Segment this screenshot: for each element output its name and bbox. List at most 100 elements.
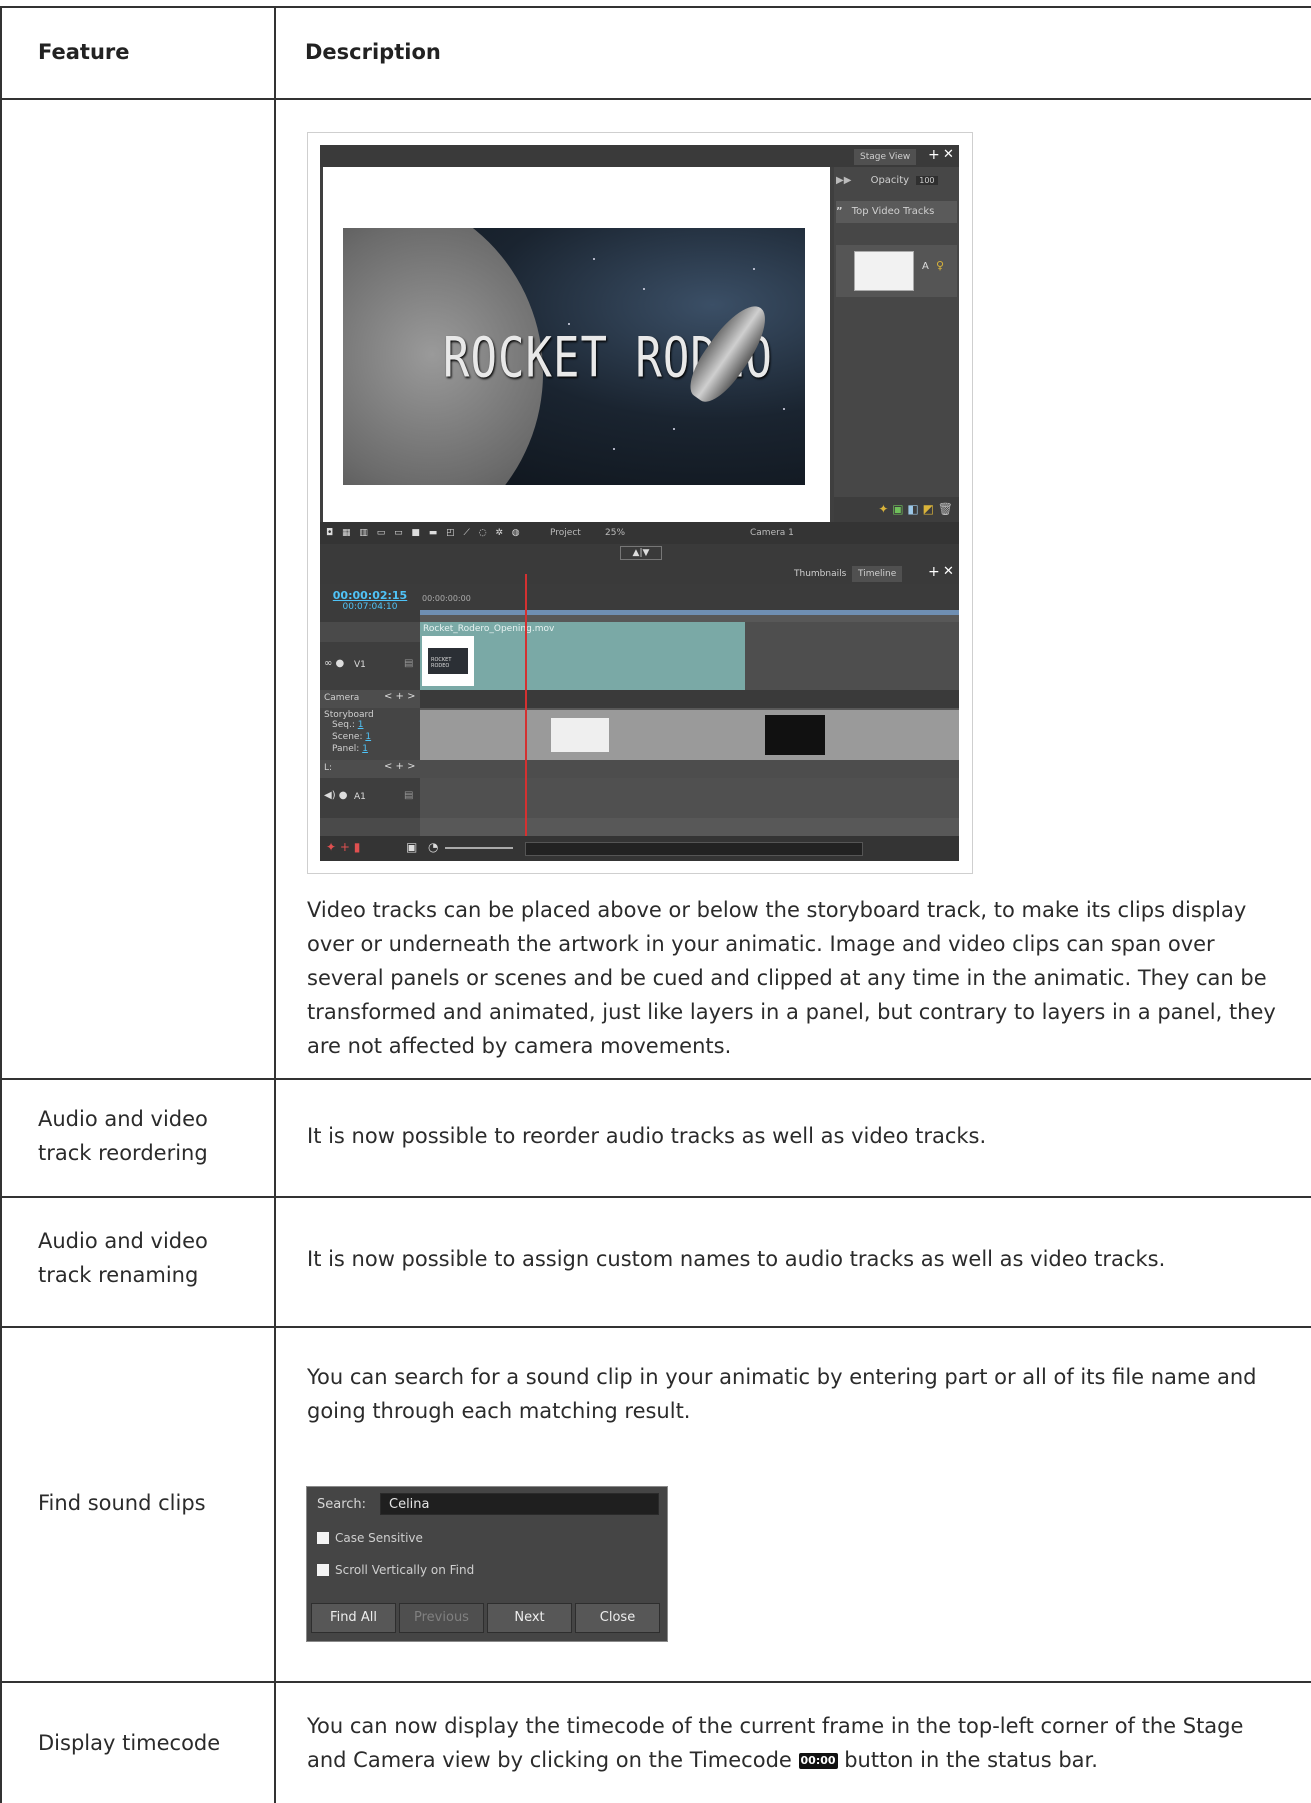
find-all-button[interactable]: Find All <box>311 1603 396 1633</box>
scene-value[interactable]: 1 <box>365 732 371 742</box>
video-track-icon[interactable]: ∞ ● <box>324 658 344 669</box>
previous-button[interactable]: Previous <box>399 1603 484 1633</box>
zoom-icon[interactable]: ◔ <box>428 840 438 854</box>
time-ruler[interactable]: 00:00:00:00 <box>420 584 959 615</box>
timecode-description-end: button in the status bar. <box>844 1748 1098 1772</box>
camera-track[interactable] <box>420 690 959 708</box>
row-divider <box>0 1078 1311 1080</box>
timecode-description-start: You can now display the timecode of the … <box>307 1714 1244 1772</box>
star <box>568 323 570 325</box>
add-track-icon[interactable]: ✦ + ▮ <box>326 840 360 854</box>
timeline-tabbar: Thumbnails Timeline + ✕ <box>320 562 959 584</box>
panel-value[interactable]: 1 <box>362 744 368 754</box>
ruler-start-time: 00:00:00:00 <box>422 594 471 603</box>
row-feature: Audio and video track reordering <box>38 1107 208 1165</box>
star <box>753 268 755 270</box>
splitter-toggle[interactable]: ▲|▼ <box>620 546 662 560</box>
merge-layer-icon[interactable]: ◩ <box>923 502 934 516</box>
panel-label: Panel: <box>332 744 360 754</box>
video-clip[interactable]: Rocket_Rodero_Opening.mov ROCKET RODEO <box>420 622 745 690</box>
feature-table: Feature Description Stage View + ✕ ROCKE… <box>0 0 1311 1803</box>
scroll-vertically-label: Scroll Vertically on Find <box>335 1563 475 1577</box>
lock-icon[interactable]: ▤ <box>404 658 413 669</box>
chevron-up-icon: ▲ <box>632 548 640 558</box>
row-description: It is now possible to reorder audio trac… <box>307 1124 987 1148</box>
export-icon[interactable]: ▣ <box>406 840 417 854</box>
column-divider <box>274 6 276 1803</box>
clip-thumbnail-image: ROCKET RODEO <box>428 648 468 674</box>
track-v1-label: V1 <box>354 660 366 670</box>
speaker-icon[interactable]: ◀) ● <box>324 790 348 801</box>
status-camera[interactable]: Camera 1 <box>750 522 794 544</box>
camera-track-controls[interactable]: < + > <box>384 691 416 702</box>
storyboard-track[interactable] <box>420 710 959 760</box>
star <box>643 288 645 290</box>
scroll-vertically-option[interactable]: Scroll Vertically on Find <box>317 1563 474 1577</box>
scroll-vertically-checkbox[interactable] <box>317 1564 329 1576</box>
video-track-header[interactable]: ∞ ● V1 ▤ <box>320 642 420 690</box>
table-left-border <box>0 6 2 1803</box>
layer-track-header[interactable]: L: < + > <box>320 760 420 778</box>
tab-timeline[interactable]: Timeline <box>852 566 903 582</box>
view-splitter[interactable]: ▲|▼ <box>320 544 959 562</box>
row-description: Video tracks can be placed above or belo… <box>307 898 1276 1058</box>
audio-track-header[interactable]: ◀) ● A1 ▤ <box>320 778 420 818</box>
opacity-value[interactable]: 100 <box>916 176 938 185</box>
row-feature: Display timecode <box>38 1731 221 1755</box>
playhead[interactable] <box>525 574 527 836</box>
search-input[interactable]: Celina <box>380 1493 659 1515</box>
current-timecode[interactable]: 00:00:02:15 <box>320 589 420 602</box>
close-icon[interactable]: ✕ <box>943 564 954 579</box>
status-project[interactable]: Project <box>550 522 581 544</box>
clip-thumb-title: ROCKET RODEO <box>431 657 452 669</box>
stage-status-bar: ◘ ▦ ▥ ▭ ▭ ■ ▬ ◰ ⟋ ◌ ✲ ◍ Project 25% Came… <box>320 522 959 544</box>
status-zoom[interactable]: 25% <box>605 522 625 544</box>
timecode-display: 00:00:02:15 00:07:04:10 <box>320 584 420 622</box>
layer-track-controls[interactable]: < + > <box>384 761 416 772</box>
audio-track[interactable] <box>420 778 959 818</box>
play-icon[interactable]: ▶▶ <box>836 175 851 186</box>
next-button[interactable]: Next <box>487 1603 572 1633</box>
lock-icon[interactable]: ▤ <box>404 790 413 801</box>
storyboard-panel[interactable] <box>765 715 825 755</box>
camera-track-header[interactable]: Camera < + > <box>320 690 420 708</box>
storyboard-track-header[interactable]: Storyboard Seq.: 1 Scene: 1 Panel: 1 <box>320 708 420 760</box>
timeline-tracks[interactable]: 00:00:00:00 Rocket_Rodero_Opening.mov RO… <box>420 584 959 836</box>
add-layer-icon[interactable]: ✦ <box>878 502 888 516</box>
delete-layer-icon[interactable]: 🗑 <box>938 502 953 516</box>
search-label: Search: <box>317 1497 367 1512</box>
layer-letter: A <box>922 261 929 272</box>
status-toolbar-icons[interactable]: ◘ ▦ ▥ ▭ ▭ ■ ▬ ◰ ⟋ ◌ ✲ ◍ <box>326 528 523 538</box>
seq-row: Seq.: 1 <box>332 720 363 730</box>
row-description: It is now possible to assign custom name… <box>307 1247 1166 1271</box>
case-sensitive-option[interactable]: Case Sensitive <box>317 1531 423 1545</box>
top-video-tracks-label: Top Video Tracks <box>851 206 935 217</box>
close-icon[interactable]: ✕ <box>943 147 954 162</box>
tab-thumbnails[interactable]: Thumbnails <box>788 566 853 582</box>
track-headers: 00:00:02:15 00:07:04:10 ∞ ● V1 ▤ Camera … <box>320 584 420 836</box>
star <box>783 408 785 410</box>
zoom-slider[interactable] <box>445 847 513 849</box>
header-description: Description <box>305 40 441 64</box>
layer-row[interactable]: A ♀ <box>836 245 957 297</box>
case-sensitive-checkbox[interactable] <box>317 1532 329 1544</box>
panel-row: Panel: 1 <box>332 744 368 754</box>
duplicate-layer-icon[interactable]: ◧ <box>907 502 918 516</box>
storyboard-panel[interactable] <box>551 718 609 752</box>
top-video-tracks-row[interactable]: ” Top Video Tracks <box>836 201 957 223</box>
star <box>593 258 595 260</box>
horizontal-scrollbar[interactable] <box>525 842 863 856</box>
tab-stage-view[interactable]: Stage View <box>854 149 917 165</box>
timecode-icon: 00:00 <box>798 1753 838 1769</box>
seq-label: Seq.: <box>332 720 355 730</box>
camera-track-label: Camera <box>324 693 360 703</box>
find-dialog: Search: Celina Case Sensitive Scroll Ver… <box>306 1486 668 1642</box>
row-feature: Audio and video track renaming <box>38 1229 208 1287</box>
add-view-icon[interactable]: + <box>928 147 940 163</box>
seq-value[interactable]: 1 <box>358 720 364 730</box>
layer-thumbnail <box>854 251 914 291</box>
opacity-label: Opacity <box>870 175 910 186</box>
close-button[interactable]: Close <box>575 1603 660 1633</box>
add-vector-layer-icon[interactable]: ▣ <box>892 502 903 516</box>
add-view-icon[interactable]: + <box>928 564 940 580</box>
